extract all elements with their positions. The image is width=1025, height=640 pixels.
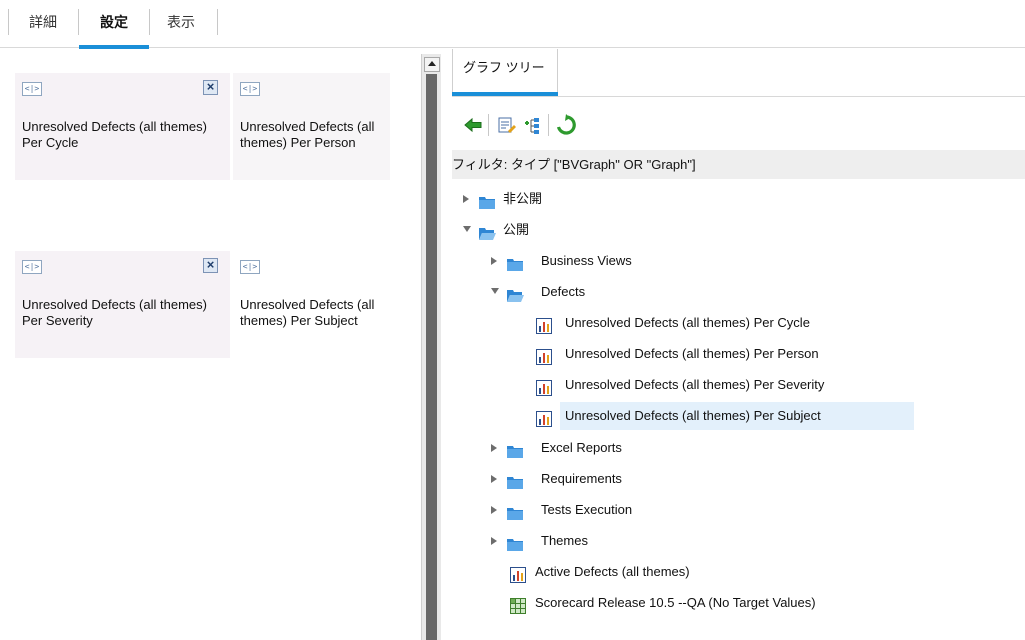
folder-icon bbox=[506, 440, 524, 458]
chevron-right-icon[interactable] bbox=[490, 433, 500, 463]
chevron-right-icon[interactable] bbox=[490, 246, 500, 276]
tree-item-business-views[interactable]: Business Views bbox=[490, 246, 890, 276]
tab-display[interactable]: 表示 bbox=[152, 0, 210, 48]
tile-title: Unresolved Defects (all themes) Per Cycl… bbox=[22, 119, 207, 150]
tab-separator bbox=[149, 9, 150, 35]
filter-bar: フィルタ: タイプ ["BVGraph" OR "Graph"] bbox=[452, 150, 1025, 179]
bar-chart-icon bbox=[510, 564, 528, 583]
embed-code-icon[interactable]: <|> bbox=[22, 260, 42, 274]
tree-item-label: Active Defects (all themes) bbox=[535, 564, 690, 579]
tree-item-graph[interactable]: Unresolved Defects (all themes) Per Cycl… bbox=[536, 308, 936, 338]
tree-item-label: 非公開 bbox=[503, 191, 543, 206]
tab-details[interactable]: 詳細 bbox=[18, 0, 68, 48]
bar-chart-icon bbox=[536, 346, 554, 365]
tree-item-public[interactable]: 公開 bbox=[462, 215, 862, 245]
graph-tile[interactable]: <|> Unresolved Defects (all themes) Per … bbox=[233, 73, 390, 180]
tree-item-label: Requirements bbox=[541, 471, 622, 486]
tree-item-label: Unresolved Defects (all themes) Per Subj… bbox=[560, 402, 914, 430]
embed-code-icon[interactable]: <|> bbox=[240, 260, 260, 274]
tree-toolbar bbox=[452, 107, 1025, 143]
chevron-right-icon[interactable] bbox=[490, 464, 500, 494]
tab-separator bbox=[217, 9, 218, 35]
tab-graph-tree[interactable]: グラフ ツリー bbox=[452, 49, 558, 94]
bar-chart-icon bbox=[536, 315, 554, 334]
graph-tree-panel: グラフ ツリー フィルタ: タイプ ["BVGraph" OR "Graph"]… bbox=[444, 49, 1025, 640]
toolbar-separator bbox=[488, 114, 489, 136]
refresh-icon[interactable] bbox=[555, 114, 577, 136]
tree-item-requirements[interactable]: Requirements bbox=[490, 464, 890, 494]
back-arrow-icon[interactable] bbox=[462, 114, 484, 136]
folder-open-icon bbox=[478, 222, 496, 240]
tab-separator bbox=[8, 9, 9, 35]
tree-item-defects[interactable]: Defects bbox=[490, 277, 890, 307]
embed-code-icon[interactable]: <|> bbox=[240, 82, 260, 96]
tree-item-label: Themes bbox=[541, 533, 588, 548]
folder-icon bbox=[506, 253, 524, 271]
tree-item-scorecard[interactable]: Scorecard Release 10.5 --QA (No Target V… bbox=[510, 588, 950, 618]
tree-item-graph[interactable]: Active Defects (all themes) bbox=[510, 557, 910, 587]
folder-open-icon bbox=[506, 284, 524, 302]
tree-item-label: Defects bbox=[541, 284, 586, 299]
chevron-right-icon[interactable] bbox=[490, 526, 500, 556]
bar-chart-icon bbox=[536, 408, 554, 427]
layout-pane: <|> × Unresolved Defects (all themes) Pe… bbox=[0, 49, 420, 640]
tile-title: Unresolved Defects (all themes) Per Pers… bbox=[240, 119, 375, 150]
chevron-right-icon[interactable] bbox=[490, 495, 500, 525]
tree-item-label: Business Views bbox=[541, 253, 632, 268]
tree-item-label: Unresolved Defects (all themes) Per Cycl… bbox=[565, 315, 810, 330]
scorecard-grid-icon bbox=[510, 595, 528, 614]
properties-icon[interactable] bbox=[496, 114, 518, 136]
folder-icon bbox=[478, 191, 496, 209]
folder-icon bbox=[506, 502, 524, 520]
toolbar-separator bbox=[548, 114, 549, 136]
tree-item-label: 公開 bbox=[503, 222, 530, 237]
tree-item-graph-selected[interactable]: Unresolved Defects (all themes) Per Subj… bbox=[536, 401, 936, 431]
tree-item-graph[interactable]: Unresolved Defects (all themes) Per Pers… bbox=[536, 339, 936, 369]
close-icon[interactable]: × bbox=[203, 258, 218, 273]
tree-expand-icon[interactable] bbox=[522, 114, 544, 136]
tree-item-label: Scorecard Release 10.5 --QA (No Target V… bbox=[535, 595, 816, 610]
bar-chart-icon bbox=[536, 377, 554, 396]
top-tab-bar: 詳細 設定 表示 bbox=[0, 0, 1025, 49]
tile-title: Unresolved Defects (all themes) Per Subj… bbox=[240, 297, 375, 328]
close-icon[interactable]: × bbox=[203, 80, 218, 95]
arrow-up-icon bbox=[428, 61, 436, 66]
tree-item-tests-execution[interactable]: Tests Execution bbox=[490, 495, 890, 525]
tab-active-indicator bbox=[452, 92, 558, 96]
chevron-down-icon[interactable] bbox=[462, 215, 472, 245]
folder-icon bbox=[506, 533, 524, 551]
tree-item-excel-reports[interactable]: Excel Reports bbox=[490, 433, 890, 463]
tree-item-label: Excel Reports bbox=[541, 440, 622, 455]
tree-item-private[interactable]: 非公開 bbox=[462, 184, 862, 214]
tree-item-themes[interactable]: Themes bbox=[490, 526, 890, 556]
tab-settings[interactable]: 設定 bbox=[79, 0, 149, 49]
tree-item-label: Tests Execution bbox=[541, 502, 633, 517]
vertical-scrollbar[interactable] bbox=[421, 54, 441, 640]
tree-item-label: Unresolved Defects (all themes) Per Pers… bbox=[565, 346, 819, 361]
scrollbar-thumb[interactable] bbox=[426, 74, 437, 640]
graph-tile[interactable]: <|> Unresolved Defects (all themes) Per … bbox=[233, 251, 408, 358]
chevron-right-icon[interactable] bbox=[462, 184, 472, 214]
chevron-down-icon[interactable] bbox=[490, 277, 500, 307]
embed-code-icon[interactable]: <|> bbox=[22, 82, 42, 96]
folder-icon bbox=[506, 471, 524, 489]
graph-tile[interactable]: <|> × Unresolved Defects (all themes) Pe… bbox=[15, 73, 230, 180]
scroll-up-button[interactable] bbox=[424, 57, 440, 72]
graph-tile[interactable]: <|> × Unresolved Defects (all themes) Pe… bbox=[15, 251, 230, 358]
tree-item-label: Unresolved Defects (all themes) Per Seve… bbox=[565, 377, 825, 392]
tree-item-graph[interactable]: Unresolved Defects (all themes) Per Seve… bbox=[536, 370, 936, 400]
tile-title: Unresolved Defects (all themes) Per Seve… bbox=[22, 297, 207, 328]
